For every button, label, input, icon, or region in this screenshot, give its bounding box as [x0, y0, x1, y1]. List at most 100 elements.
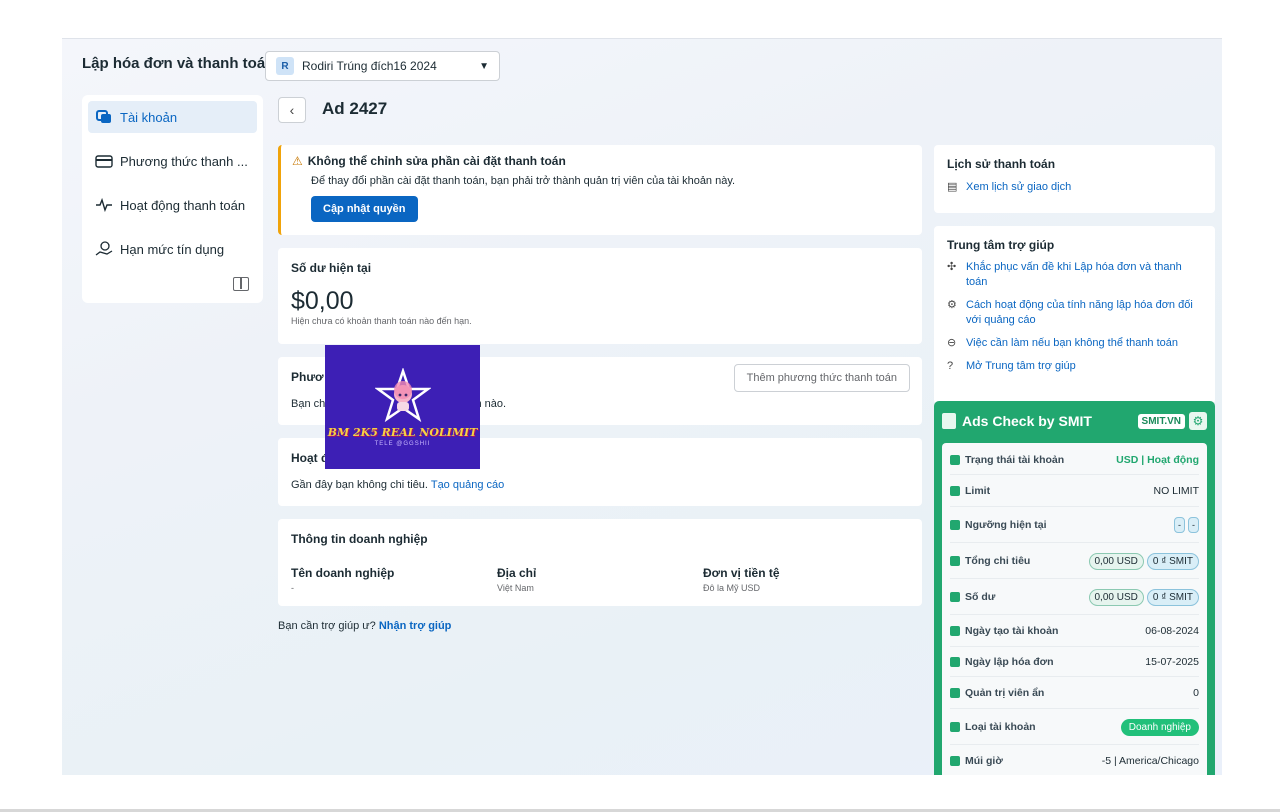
sidebar-item-accounts[interactable]: Tài khoản: [88, 101, 257, 133]
field-value: -: [291, 583, 294, 593]
smit-row-limit: Limit NO LIMIT: [950, 475, 1199, 507]
caret-down-icon: ▼: [479, 60, 489, 72]
update-permission-button[interactable]: Cập nhật quyền: [311, 196, 418, 222]
accounts-icon: [94, 109, 114, 125]
sidebar-item-label: Hoạt động thanh toán: [120, 197, 246, 213]
receipt-icon: ▤: [947, 181, 958, 193]
create-ad-link[interactable]: Tạo quảng cáo: [431, 479, 504, 491]
current-balance-card: Số dư hiện tại $0,00 Hiện chưa có khoản …: [278, 248, 922, 344]
business-address-field: Địa chỉ Việt Nam: [497, 566, 703, 593]
sidebar-item-label: Phương thức thanh ...: [120, 153, 248, 169]
field-label: Địa chỉ: [497, 566, 537, 580]
sidebar-item-label: Hạn mức tín dụng: [120, 241, 225, 257]
balance-note: Hiện chưa có khoản thanh toán nào đến hạ…: [291, 316, 472, 326]
link-label: Khắc phục vấn đề khi Lập hóa đơn và than…: [966, 261, 1182, 288]
field-value: Đô la Mỹ USD: [703, 583, 761, 593]
smit-site-badge[interactable]: SMIT.VN: [1137, 413, 1185, 429]
smit-row-total-spend: Tổng chi tiêu 0,00 USD 0 ₫ SMIT: [950, 543, 1199, 579]
balance-icon: [950, 591, 960, 602]
account-type-badge: Doanh nghiệp: [1120, 718, 1199, 736]
ad-account-title: Ad 2427: [322, 99, 388, 118]
smit-ads-check-panel: Ads Check by SMIT SMIT.VN ⚙ Trạng thái t…: [934, 401, 1215, 775]
question-circle-icon: ?: [947, 360, 954, 372]
account-type-icon: [950, 721, 960, 732]
credit-limit-icon: [94, 241, 114, 257]
app-frame: Lập hóa đơn và thanh toán R Rodiri Trúng…: [62, 38, 1222, 775]
link-label: Xem lịch sử giao dịch: [966, 181, 1072, 193]
chevron-left-icon: ‹: [289, 102, 295, 118]
sidebar-item-payment-activity[interactable]: Hoạt động thanh toán: [88, 189, 257, 221]
field-value: Việt Nam: [497, 583, 534, 593]
help-link-troubleshoot[interactable]: ✣ Khắc phục vấn đề khi Lập hóa đơn và th…: [947, 260, 1202, 290]
calendar-icon: [950, 625, 960, 636]
help-text: Bạn cần trợ giúp ư?: [278, 620, 376, 632]
activity-text: Gần đây bạn không chi tiêu.: [291, 479, 428, 491]
account-name: Rodiri Trúng đích16 2024: [302, 59, 437, 73]
clock-icon: [950, 756, 960, 766]
wrench-icon: ✣: [947, 261, 957, 273]
field-label: Tên doanh nghiệp: [291, 566, 395, 580]
help-line: Bạn cần trợ giúp ư? Nhận trợ giúp: [278, 620, 451, 632]
minus-circle-icon: ⊖: [947, 337, 957, 349]
view-transactions-link[interactable]: ▤ Xem lịch sử giao dịch: [947, 180, 1202, 195]
help-center-card: Trung tâm trợ giúp ✣ Khắc phục vấn đề kh…: [934, 226, 1215, 404]
smit-logo-icon: [942, 413, 956, 429]
smit-info-list: Trạng thái tài khoản USD | Hoạt động Lim…: [942, 443, 1207, 775]
help-link-cannot-pay[interactable]: ⊖ Việc cần làm nếu bạn không thể thanh t…: [947, 336, 1202, 351]
settings-icon: ⚙: [947, 299, 957, 311]
field-label: Đơn vị tiền tệ: [703, 566, 780, 580]
smit-row-account-type: Loại tài khoản Doanh nghiệp: [950, 709, 1199, 745]
smit-row-invoice-date: Ngày lập hóa đơn 15-07-2025: [950, 647, 1199, 677]
sidebar-item-payment-methods[interactable]: Phương thức thanh ...: [88, 145, 257, 177]
business-currency-field: Đơn vị tiền tệ Đô la Mỹ USD: [703, 566, 909, 593]
smit-row-timezone: Múi giờ -5 | America/Chicago: [950, 745, 1199, 775]
sidebar-item-label: Tài khoản: [120, 109, 178, 125]
link-label: Mở Trung tâm trợ giúp: [966, 360, 1076, 372]
shield-icon: [950, 687, 960, 698]
help-center-title: Trung tâm trợ giúp: [947, 238, 1055, 252]
warning-title: Không thể chỉnh sửa phần cài đặt thanh t…: [307, 154, 566, 168]
warning-text: Để thay đổi phần cài đặt thanh toán, bạn…: [311, 175, 736, 187]
help-link-open-center[interactable]: ? Mở Trung tâm trợ giúp: [947, 359, 1202, 374]
collapse-sidebar-icon[interactable]: [233, 277, 249, 291]
add-payment-method-button[interactable]: Thêm phương thức thanh toán: [733, 364, 910, 392]
credit-card-icon: [94, 153, 114, 169]
payment-history-card: Lịch sử thanh toán ▤ Xem lịch sử giao dị…: [934, 145, 1215, 213]
sidebar: Tài khoản Phương thức thanh ... Hoạt độn…: [82, 95, 263, 303]
gear-icon[interactable]: ⚙: [1189, 412, 1207, 430]
payment-methods-text-start: Bạn ch: [291, 398, 326, 410]
link-label: Cách hoạt động của tính năng lập hóa đơn…: [966, 299, 1193, 326]
back-button[interactable]: ‹: [278, 97, 306, 123]
smit-row-hidden-admins: Quản trị viên ẩn 0: [950, 677, 1199, 709]
warning-icon: ⚠: [292, 154, 303, 168]
invoice-icon: [950, 656, 960, 667]
smit-row-created: Ngày tạo tài khoản 06-08-2024: [950, 615, 1199, 647]
watermark-brand: BM 2K5 REAL NOLIMIT: [327, 425, 478, 439]
business-info-card: Thông tin doanh nghiệp Tên doanh nghiệp …: [278, 519, 922, 606]
payment-history-title: Lịch sử thanh toán: [947, 157, 1056, 171]
account-selector[interactable]: R Rodiri Trúng đích16 2024 ▼: [265, 51, 500, 81]
star-mascot-icon: [374, 367, 431, 422]
sidebar-item-credit-limit[interactable]: Hạn mức tín dụng: [88, 233, 257, 265]
permission-warning-card: ⚠ Không thể chỉnh sửa phần cài đặt thanh…: [278, 145, 922, 235]
balance-value: $0,00: [291, 287, 354, 315]
status-icon: [950, 454, 960, 465]
page-title: Lập hóa đơn và thanh toán: [82, 55, 275, 72]
help-link-how-billing-works[interactable]: ⚙ Cách hoạt động của tính năng lập hóa đ…: [947, 298, 1202, 328]
link-label: Việc cần làm nếu bạn không thể thanh toá…: [966, 337, 1179, 349]
smit-title: Ads Check by SMIT: [962, 413, 1092, 429]
spend-icon: [950, 555, 960, 566]
business-name-field: Tên doanh nghiệp -: [291, 566, 497, 593]
threshold-icon: [950, 519, 960, 530]
business-info-title: Thông tin doanh nghiệp: [291, 532, 428, 546]
watermark-logo-overlay: BM 2K5 REAL NOLIMIT TELE @GGSHII: [325, 345, 480, 469]
watermark-sub: TELE @GGSHII: [374, 440, 431, 447]
account-avatar: R: [276, 57, 294, 75]
smit-row-status: Trạng thái tài khoản USD | Hoạt động: [950, 445, 1199, 475]
activity-pulse-icon: [94, 197, 114, 213]
balance-title: Số dư hiện tại: [291, 261, 372, 275]
smit-row-balance: Số dư 0,00 USD 0 ₫ SMIT: [950, 579, 1199, 615]
limit-icon: [950, 485, 960, 496]
get-help-link[interactable]: Nhận trợ giúp: [379, 620, 452, 632]
smit-row-threshold: Ngưỡng hiện tại --: [950, 507, 1199, 543]
